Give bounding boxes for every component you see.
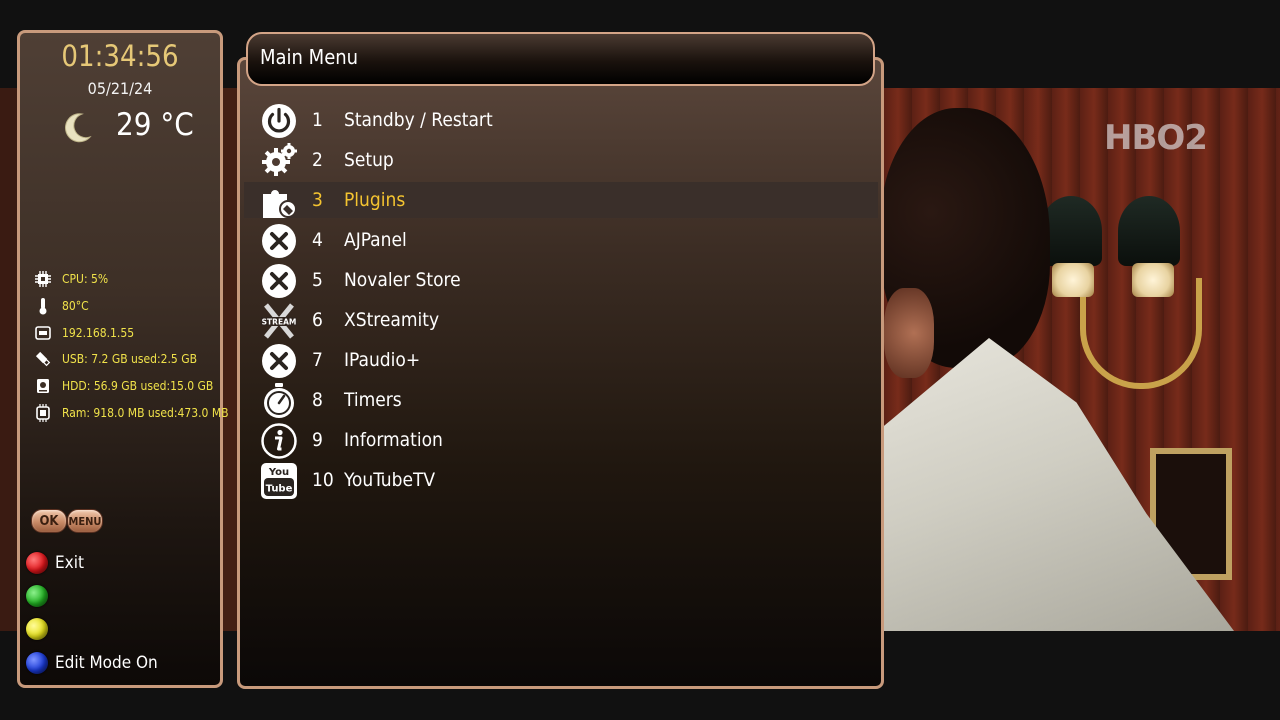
- info-icon: [261, 423, 297, 459]
- menu-item-number: 6: [312, 309, 323, 331]
- menu-item-number: 4: [312, 229, 323, 251]
- cpu-icon: [32, 268, 54, 290]
- stat-ram: Ram: 918.0 MB used:473.0 MB: [32, 402, 229, 424]
- stat-ip-text: 192.168.1.55: [62, 326, 135, 340]
- menu-item-label: Plugins: [344, 189, 406, 211]
- clock-date: 05/21/24: [87, 79, 153, 98]
- svg-text:You: You: [268, 467, 289, 478]
- menu-item-label: Timers: [344, 389, 402, 411]
- menu-item-label: XStreamity: [344, 309, 440, 331]
- menu-item-label: Information: [344, 429, 443, 451]
- menu-item-number: 3: [312, 189, 323, 211]
- puzzle-icon: [263, 190, 297, 218]
- stat-cpu: CPU: 5%: [32, 268, 108, 290]
- menu-item-ipaudio[interactable]: 7 IPaudio+: [244, 342, 878, 378]
- menu-item-information[interactable]: 9 Information: [244, 422, 878, 459]
- menu-item-plugins[interactable]: 3 Plugins: [244, 182, 878, 218]
- menu-item-number: 5: [312, 269, 323, 291]
- lamp-glow-right: [1132, 263, 1174, 297]
- stat-usb: USB: 7.2 GB used:2.5 GB: [32, 348, 197, 370]
- stat-hdd-text: HDD: 56.9 GB used:15.0 GB: [62, 379, 214, 393]
- stat-temperature-text: 80°C: [62, 299, 89, 313]
- thermometer-icon: [32, 295, 54, 317]
- stat-cpu-text: CPU: 5%: [62, 272, 109, 286]
- power-icon: [262, 104, 296, 138]
- ram-icon: [32, 402, 54, 424]
- menu-item-setup[interactable]: 2 Setup: [244, 142, 878, 178]
- menu-item-label: IPaudio+: [344, 349, 421, 371]
- moon-icon: [64, 113, 92, 143]
- stat-temperature: 80°C: [32, 295, 89, 317]
- blue-key-label: Edit Mode On: [55, 653, 158, 673]
- menu-item-ajpanel[interactable]: 4 AJPanel: [244, 222, 878, 258]
- x-circle-icon: [262, 224, 296, 258]
- blue-key-edit-mode[interactable]: Edit Mode On: [26, 650, 158, 676]
- xstream-icon: STREAM: [261, 303, 297, 339]
- youtube-icon: You Tube: [261, 463, 297, 499]
- channel-logo: HBO2: [1104, 118, 1208, 158]
- menu-item-label: AJPanel: [344, 229, 407, 251]
- menu-item-youtubetv[interactable]: You Tube 10 YouTubeTV: [244, 462, 878, 499]
- hdd-icon: [32, 375, 54, 397]
- yellow-button-icon: [26, 618, 48, 640]
- clock-time: 01:34:56: [61, 39, 179, 73]
- info-panel: 01:34:56 05/21/24 29 °C CPU: 5% 80°C 192…: [17, 30, 229, 688]
- menu-item-novaler-store[interactable]: 5 Novaler Store: [244, 262, 878, 298]
- menu-title-bar: Main Menu: [246, 32, 875, 86]
- menu-item-xstreamity[interactable]: STREAM 6 XStreamity: [244, 302, 878, 339]
- stat-hdd: HDD: 56.9 GB used:15.0 GB: [32, 375, 213, 397]
- green-button-icon: [26, 585, 48, 607]
- menu-item-number: 8: [312, 389, 323, 411]
- stat-usb-text: USB: 7.2 GB used:2.5 GB: [62, 352, 197, 366]
- menu-item-label: Standby / Restart: [344, 109, 493, 131]
- menu-item-label: YouTubeTV: [344, 469, 436, 491]
- stat-ip: 192.168.1.55: [32, 322, 134, 344]
- stat-ram-text: Ram: 918.0 MB used:473.0 MB: [62, 406, 229, 420]
- menu-item-number: 1: [312, 109, 323, 131]
- menu-item-standby-restart[interactable]: 1 Standby / Restart: [244, 102, 878, 138]
- red-key-exit[interactable]: Exit: [26, 550, 84, 576]
- ok-key-hint: OK: [31, 509, 67, 533]
- person-ear: [884, 288, 934, 378]
- menu-title: Main Menu: [260, 45, 359, 69]
- red-button-icon: [26, 552, 48, 574]
- svg-text:Tube: Tube: [266, 484, 293, 495]
- lamp-glow-left: [1052, 263, 1094, 297]
- gears-icon: [262, 143, 297, 176]
- menu-item-label: Novaler Store: [344, 269, 461, 291]
- x-circle-icon: [262, 264, 296, 298]
- usb-icon: [32, 348, 54, 370]
- yellow-key[interactable]: [26, 616, 55, 642]
- menu-item-number: 2: [312, 149, 323, 171]
- menu-item-number: 10: [312, 469, 334, 491]
- menu-item-number: 9: [312, 429, 323, 451]
- network-icon: [32, 322, 54, 344]
- menu-item-timers[interactable]: 8 Timers: [244, 382, 878, 418]
- green-key[interactable]: [26, 583, 55, 609]
- stopwatch-icon: [264, 383, 294, 418]
- lamp-shade-right: [1118, 196, 1180, 266]
- red-key-label: Exit: [55, 553, 84, 573]
- menu-item-number: 7: [312, 349, 323, 371]
- x-circle-icon: [262, 344, 296, 378]
- menu-item-label: Setup: [344, 149, 394, 171]
- menu-key-hint: MENU: [67, 509, 103, 533]
- svg-text:STREAM: STREAM: [262, 318, 297, 327]
- weather-temperature: 29 °C: [116, 107, 194, 143]
- blue-button-icon: [26, 652, 48, 674]
